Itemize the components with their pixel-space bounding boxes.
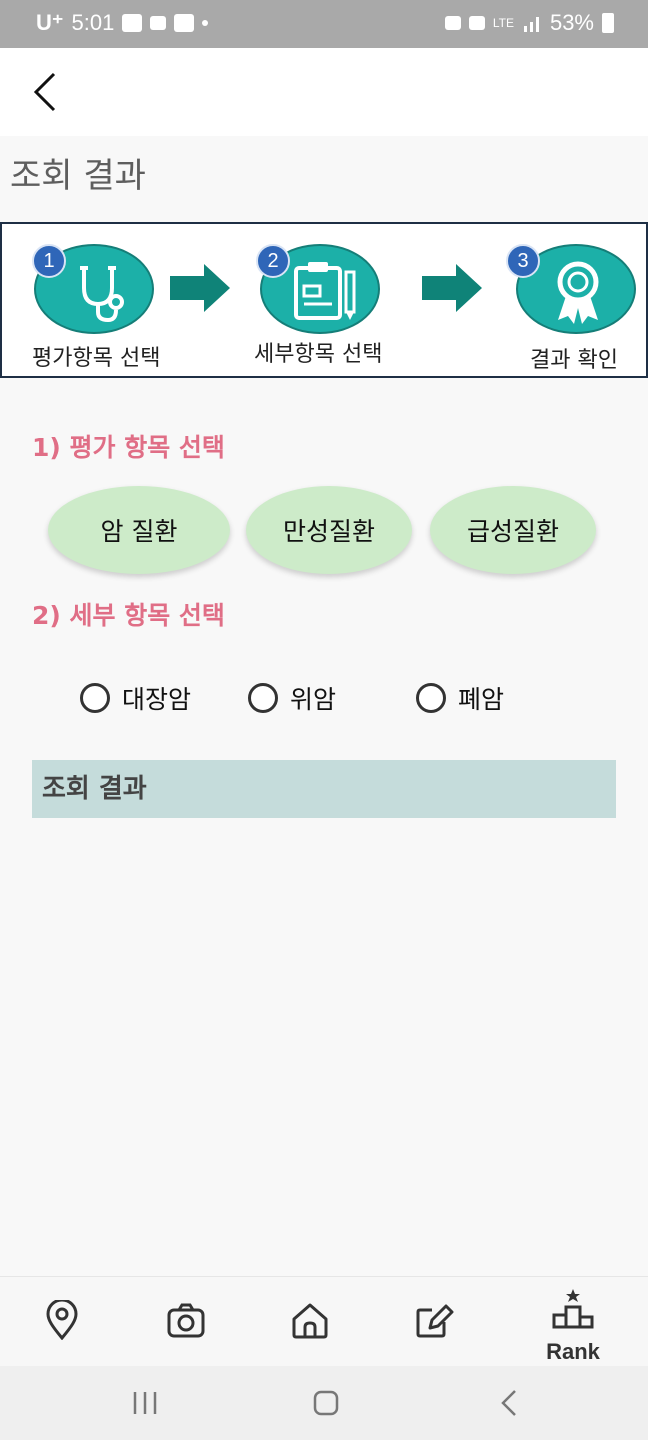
radio-lung-cancer[interactable]: 폐암 bbox=[416, 680, 504, 716]
system-home-button[interactable] bbox=[310, 1386, 342, 1420]
gallery-icon bbox=[122, 14, 143, 32]
category-chronic-button[interactable]: 만성질환 bbox=[246, 486, 412, 574]
bottom-nav: Rank bbox=[0, 1276, 648, 1366]
nav-edit-button[interactable] bbox=[409, 1295, 459, 1345]
nav-location-button[interactable] bbox=[37, 1295, 87, 1345]
rank-icon bbox=[552, 1289, 594, 1329]
step-2-label: 세부항목 선택 bbox=[254, 342, 383, 367]
radio-label: 폐암 bbox=[458, 685, 505, 714]
radio-circle-icon[interactable] bbox=[416, 683, 446, 713]
section-1-label: 1) 평가 항목 선택 bbox=[32, 433, 225, 462]
radio-circle-icon[interactable] bbox=[80, 683, 110, 713]
step-2-number: 2 bbox=[256, 244, 290, 278]
radio-label: 대장암 bbox=[122, 685, 192, 714]
recent-apps-button[interactable] bbox=[130, 1386, 160, 1420]
status-bar: U⁺ 5:01 LTE 53% bbox=[0, 0, 648, 48]
camera-icon bbox=[167, 1303, 205, 1338]
top-app-bar bbox=[0, 48, 648, 136]
video-icon bbox=[150, 16, 167, 30]
dot-icon bbox=[202, 20, 209, 26]
home-square-icon bbox=[313, 1390, 339, 1416]
radio-circle-icon[interactable] bbox=[248, 683, 278, 713]
step-3-number: 3 bbox=[506, 244, 540, 278]
step-1-number: 1 bbox=[32, 244, 66, 278]
battery-icon bbox=[602, 13, 614, 33]
status-left: U⁺ 5:01 bbox=[36, 10, 209, 36]
steps-panel: 1 평가항목 선택 2 세부항목 선택 3 결과 확인 bbox=[0, 222, 648, 378]
edit-icon bbox=[416, 1304, 454, 1338]
result-header: 조회 결과 bbox=[32, 760, 616, 818]
battery-percent: 53% bbox=[549, 10, 594, 35]
rank-label: Rank bbox=[546, 1339, 600, 1364]
section-2-label: 2) 세부 항목 선택 bbox=[32, 601, 225, 630]
nav-rank-button[interactable]: Rank bbox=[546, 1287, 600, 1364]
page-title: 조회 결과 bbox=[10, 156, 146, 196]
chevron-left-icon bbox=[501, 1390, 516, 1416]
back-button[interactable] bbox=[26, 70, 66, 114]
arrow-right-icon bbox=[422, 264, 482, 312]
system-nav-bar bbox=[0, 1366, 648, 1440]
step-3-label: 결과 확인 bbox=[530, 348, 618, 373]
home-icon bbox=[292, 1303, 328, 1339]
recycle-icon bbox=[444, 16, 461, 30]
step-1-label: 평가항목 선택 bbox=[32, 346, 161, 371]
signal-icon bbox=[523, 17, 539, 32]
status-right: LTE 53% bbox=[444, 10, 614, 36]
system-back-button[interactable] bbox=[494, 1386, 524, 1420]
chevron-left-icon bbox=[33, 72, 56, 112]
category-cancer-button[interactable]: 암 질환 bbox=[48, 486, 230, 574]
folder-icon bbox=[174, 14, 195, 32]
status-time: 5:01 bbox=[71, 10, 115, 35]
mute-icon bbox=[468, 16, 485, 30]
arrow-right-icon bbox=[170, 264, 230, 312]
radio-label: 위암 bbox=[290, 685, 337, 714]
recent-apps-icon bbox=[133, 1392, 157, 1414]
radio-colon-cancer[interactable]: 대장암 bbox=[80, 680, 191, 716]
carrier-label: U⁺ bbox=[36, 10, 64, 35]
radio-stomach-cancer[interactable]: 위암 bbox=[248, 680, 336, 716]
network-label: LTE bbox=[492, 16, 514, 30]
location-pin-icon bbox=[46, 1300, 78, 1340]
category-acute-button[interactable]: 급성질환 bbox=[430, 486, 596, 574]
nav-home-button[interactable] bbox=[285, 1295, 335, 1345]
nav-camera-button[interactable] bbox=[161, 1295, 211, 1345]
